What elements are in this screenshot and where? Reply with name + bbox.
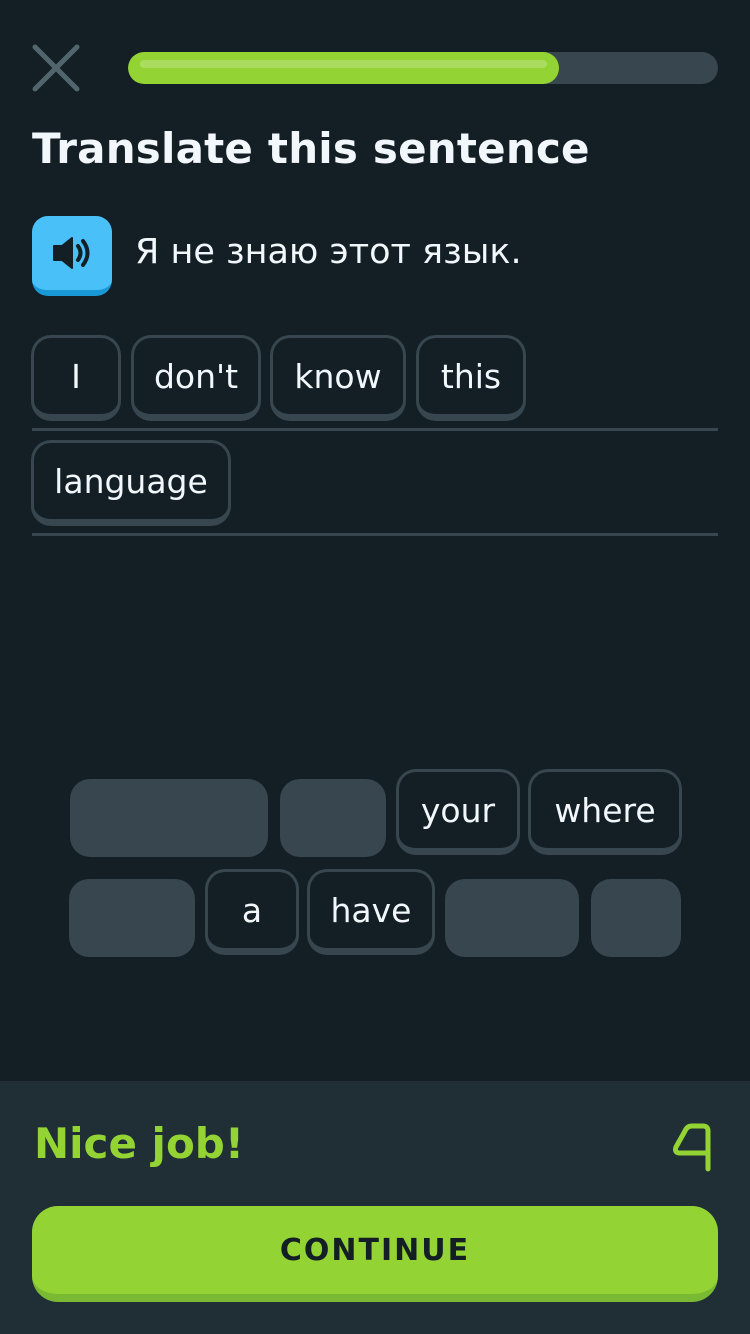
word-bank-empty-slot <box>69 879 195 957</box>
report-button[interactable] <box>668 1121 720 1173</box>
close-icon <box>32 44 80 92</box>
word-bank-empty-slot <box>445 879 579 957</box>
word-bank-empty-slot <box>591 879 681 957</box>
feedback-panel: Nice job! CONTINUE <box>0 1081 750 1334</box>
page-title: Translate this sentence <box>32 124 590 173</box>
answer-line <box>32 533 718 536</box>
answer-tile[interactable]: this <box>416 335 526 421</box>
feedback-title: Nice job! <box>34 1119 245 1168</box>
answer-tile[interactable]: don't <box>131 335 261 421</box>
flag-icon <box>673 1123 711 1172</box>
word-bank-tile[interactable]: where <box>528 769 682 855</box>
answer-tile[interactable]: language <box>31 440 231 526</box>
word-bank-empty-slot <box>70 779 268 857</box>
word-bank-tile[interactable]: your <box>396 769 520 855</box>
word-bank-tile[interactable]: a <box>205 869 299 955</box>
word-bank-tile[interactable]: have <box>307 869 435 955</box>
progress-fill <box>128 52 559 84</box>
close-button[interactable] <box>30 42 82 94</box>
continue-button[interactable]: CONTINUE <box>32 1206 718 1302</box>
prompt-sentence: Я не знаю этот язык. <box>135 232 522 272</box>
answer-line <box>32 428 718 431</box>
progress-bar <box>128 52 718 84</box>
answer-tile[interactable]: know <box>270 335 406 421</box>
word-bank-empty-slot <box>280 779 386 857</box>
speaker-icon <box>53 237 90 269</box>
play-audio-button[interactable] <box>32 216 112 296</box>
answer-tile[interactable]: I <box>31 335 121 421</box>
